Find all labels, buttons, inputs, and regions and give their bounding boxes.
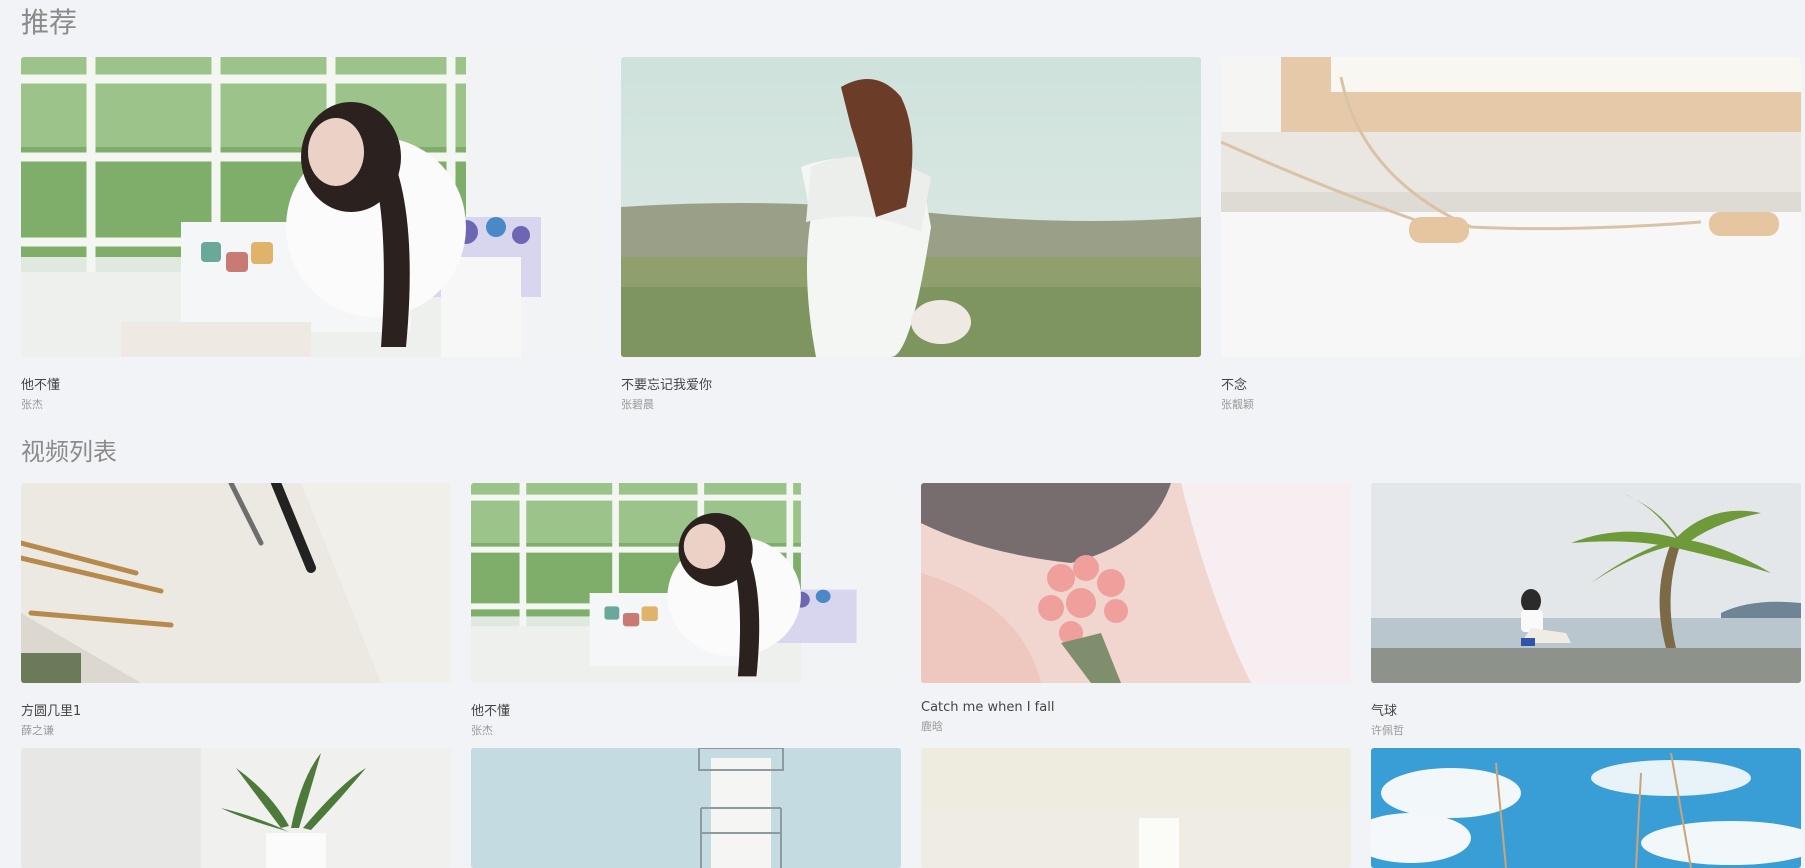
video-card[interactable]: 方圆几里1 薛之谦 [21,483,451,738]
video-card[interactable]: 他不懂 张杰 [471,483,901,738]
video-card[interactable] [21,748,451,868]
video-card[interactable] [921,748,1351,868]
artist-name[interactable]: 许佩哲 [1371,722,1801,738]
video-title[interactable]: Catch me when I fall [921,700,1351,715]
video-card[interactable] [471,748,901,868]
recommend-card[interactable]: 不念 张靓颖 [1221,57,1801,412]
thumbnail-image[interactable] [921,748,1351,868]
thumbnail-image[interactable] [21,748,451,868]
artist-name[interactable]: 鹿晗 [921,718,1351,734]
song-title[interactable]: 不念 [1221,374,1801,393]
thumbnail-image[interactable] [621,57,1201,357]
video-card[interactable]: Catch me when I fall 鹿晗 [921,483,1351,734]
artist-name[interactable]: 张碧晨 [621,396,1201,412]
thumbnail-image[interactable] [21,483,451,683]
artist-name[interactable]: 张靓颖 [1221,396,1801,412]
artist-name[interactable]: 张杰 [21,396,601,412]
video-card[interactable] [1371,748,1801,868]
thumbnail-image[interactable] [1221,57,1801,357]
song-title[interactable]: 他不懂 [21,374,601,393]
thumbnail-image[interactable] [1371,483,1801,683]
video-title[interactable]: 方圆几里1 [21,700,451,719]
thumbnail-image[interactable] [921,483,1351,683]
artist-name[interactable]: 薛之谦 [21,722,451,738]
video-card[interactable]: 气球 许佩哲 [1371,483,1801,738]
recommend-heading: 推荐 [21,6,78,39]
artist-name[interactable]: 张杰 [471,722,901,738]
thumbnail-image[interactable] [471,483,901,683]
song-title[interactable]: 不要忘记我爱你 [621,374,1201,393]
recommend-card[interactable]: 不要忘记我爱你 张碧晨 [621,57,1201,412]
thumbnail-image[interactable] [471,748,901,868]
videos-heading: 视频列表 [21,438,117,466]
thumbnail-image[interactable] [1371,748,1801,868]
recommend-card[interactable]: 他不懂 张杰 [21,57,601,412]
video-title[interactable]: 他不懂 [471,700,901,719]
thumbnail-image[interactable] [21,57,601,357]
video-title[interactable]: 气球 [1371,700,1801,719]
